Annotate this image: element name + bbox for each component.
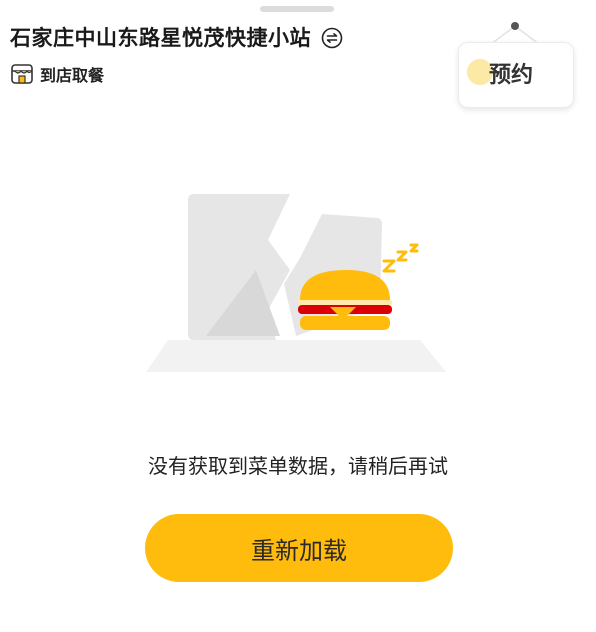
drag-handle[interactable]	[260, 6, 334, 12]
store-selector[interactable]: 石家庄中山东路星悦茂快捷小站	[10, 24, 343, 52]
reserve-label: 预约	[489, 63, 534, 88]
store-name: 石家庄中山东路星悦茂快捷小站	[10, 26, 311, 50]
switch-arrows-icon[interactable]	[321, 27, 343, 49]
pickup-mode-label: 到店取餐	[40, 66, 105, 85]
menu-page: 石家庄中山东路星悦茂快捷小站 到店取餐 预约 没有获取到菜单数据，请稍后再试 重…	[0, 0, 596, 632]
empty-state-message: 没有获取到菜单数据，请稍后再试	[148, 454, 448, 478]
sleeping-burger-illustration	[146, 194, 446, 372]
illustration-floor	[146, 340, 446, 372]
store-icon	[11, 64, 33, 84]
reserve-button[interactable]: 预约	[458, 42, 574, 108]
burger-icon	[298, 270, 392, 330]
pickup-mode: 到店取餐	[10, 62, 104, 86]
reserve-tag[interactable]: 预约	[452, 14, 578, 110]
reload-button[interactable]: 重新加载	[145, 514, 453, 582]
sleeping-z-icon	[382, 243, 419, 273]
